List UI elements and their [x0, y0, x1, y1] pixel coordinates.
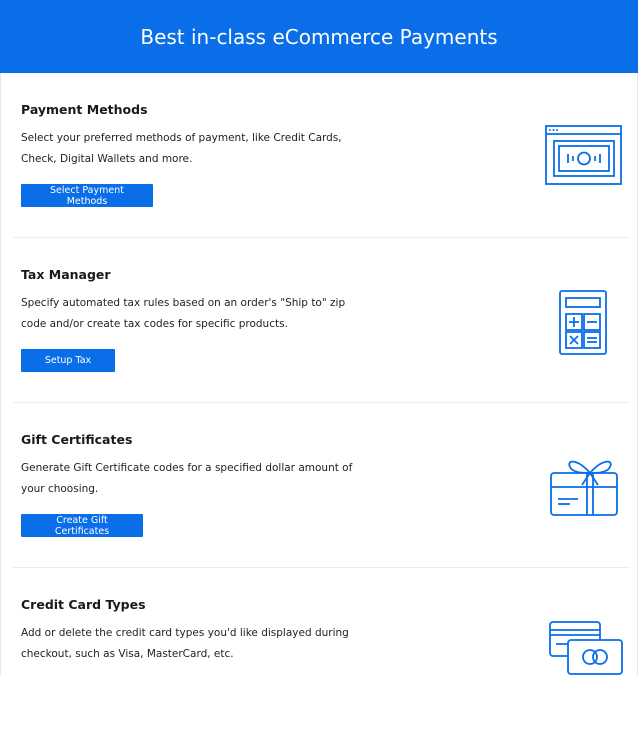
credit-cards-icon: [549, 621, 623, 675]
payment-window-icon: [545, 125, 622, 185]
section-gift-certificates: Gift Certificates Generate Gift Certific…: [1, 403, 637, 568]
section-title: Tax Manager: [21, 267, 111, 282]
calculator-icon: [559, 290, 607, 355]
section-title: Gift Certificates: [21, 432, 133, 447]
section-title: Credit Card Types: [21, 597, 146, 612]
select-payment-methods-button[interactable]: Select Payment Methods: [21, 184, 153, 207]
main-content: Payment Methods Select your preferred me…: [0, 73, 638, 675]
section-description: Specify automated tax rules based on an …: [21, 297, 346, 330]
section-description: Select your preferred methods of payment…: [21, 132, 342, 165]
section-credit-card-types: Credit Card Types Add or delete the cred…: [1, 568, 637, 733]
create-gift-certificates-button[interactable]: Create Gift Certificates: [21, 514, 143, 537]
page-header: Best in-class eCommerce Payments: [0, 0, 638, 73]
section-title: Payment Methods: [21, 102, 148, 117]
gift-card-icon: [550, 460, 618, 516]
section-payment-methods: Payment Methods Select your preferred me…: [1, 73, 637, 238]
page-title: Best in-class eCommerce Payments: [140, 24, 498, 49]
setup-tax-button[interactable]: Setup Tax: [21, 349, 115, 372]
section-tax-manager: Tax Manager Specify automated tax rules …: [1, 238, 637, 403]
section-description: Add or delete the credit card types you'…: [21, 627, 349, 660]
section-description: Generate Gift Certificate codes for a sp…: [21, 462, 353, 495]
